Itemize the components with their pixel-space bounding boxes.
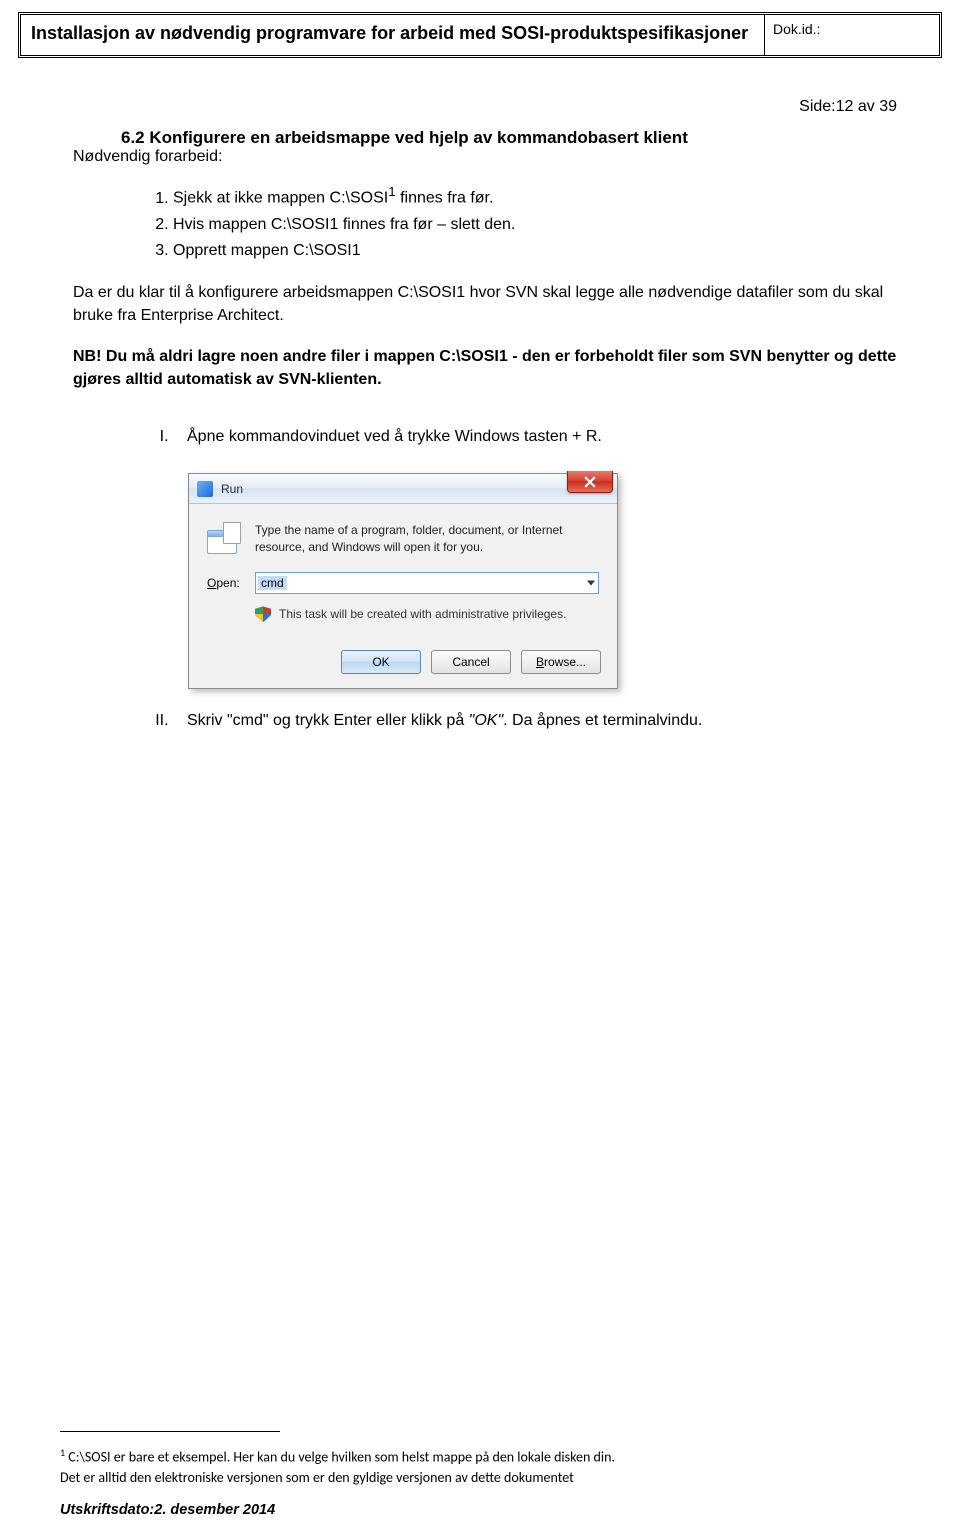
chevron-down-icon[interactable] xyxy=(587,581,595,586)
disclaimer: Det er alltid den elektroniske versjonen… xyxy=(60,1469,900,1486)
page-header: Installasjon av nødvendig programvare fo… xyxy=(18,12,942,58)
open-input[interactable]: cmd xyxy=(255,572,599,594)
nb-warning: NB! Du må aldri lagre noen andre filer i… xyxy=(73,345,897,391)
section-title: Konfigurere en arbeidsmappe ved hjelp av… xyxy=(149,128,687,147)
document-title: Installasjon av nødvendig programvare fo… xyxy=(21,15,764,55)
run-icon xyxy=(197,481,213,497)
precheck-list: Sjekk at ikke mappen C:\SOSI1 finnes fra… xyxy=(173,182,897,262)
close-icon xyxy=(584,476,596,488)
steps-list: Åpne kommandovinduet ved å trykke Window… xyxy=(173,425,897,449)
open-label: Open: xyxy=(207,576,255,590)
list-item: Åpne kommandovinduet ved å trykke Window… xyxy=(173,425,897,449)
run-dialog: Run Type the name of a program, folder, … xyxy=(188,473,618,689)
close-button[interactable] xyxy=(567,471,613,493)
section-block: 6.2 Konfigurere en arbeidsmappe ved hjel… xyxy=(73,128,897,166)
run-titlebar: Run xyxy=(189,474,617,504)
browse-button[interactable]: Browse... xyxy=(521,650,601,674)
page-number: Side:12 av 39 xyxy=(73,98,897,116)
shield-icon xyxy=(255,606,271,622)
footnote: 1 C:\SOSI er bare et eksempel. Her kan d… xyxy=(60,1446,900,1467)
cancel-button[interactable]: Cancel xyxy=(431,650,511,674)
dokid-label: Dok.id.: xyxy=(764,15,939,55)
run-title: Run xyxy=(221,482,243,496)
list-item: Hvis mappen C:\SOSI1 finnes fra før – sl… xyxy=(173,213,897,237)
steps-list-cont: Skriv "cmd" og trykk Enter eller klikk p… xyxy=(173,709,897,733)
list-item: Sjekk at ikke mappen C:\SOSI1 finnes fra… xyxy=(173,182,897,210)
privileges-text: This task will be created with administr… xyxy=(279,607,566,621)
intro-label: Nødvendig forarbeid: xyxy=(73,148,222,165)
footnote-separator xyxy=(60,1431,280,1432)
run-app-icon xyxy=(207,522,241,556)
section-number: 6.2 xyxy=(121,128,145,147)
open-value: cmd xyxy=(258,576,287,590)
list-item: Skriv "cmd" og trykk Enter eller klikk p… xyxy=(173,709,897,733)
ok-button[interactable]: OK xyxy=(341,650,421,674)
run-description: Type the name of a program, folder, docu… xyxy=(255,522,599,556)
print-date: Utskriftsdato:2. desember 2014 xyxy=(60,1502,900,1518)
body-paragraph: Da er du klar til å konfigurere arbeidsm… xyxy=(73,281,897,327)
list-item: Opprett mappen C:\SOSI1 xyxy=(173,239,897,263)
